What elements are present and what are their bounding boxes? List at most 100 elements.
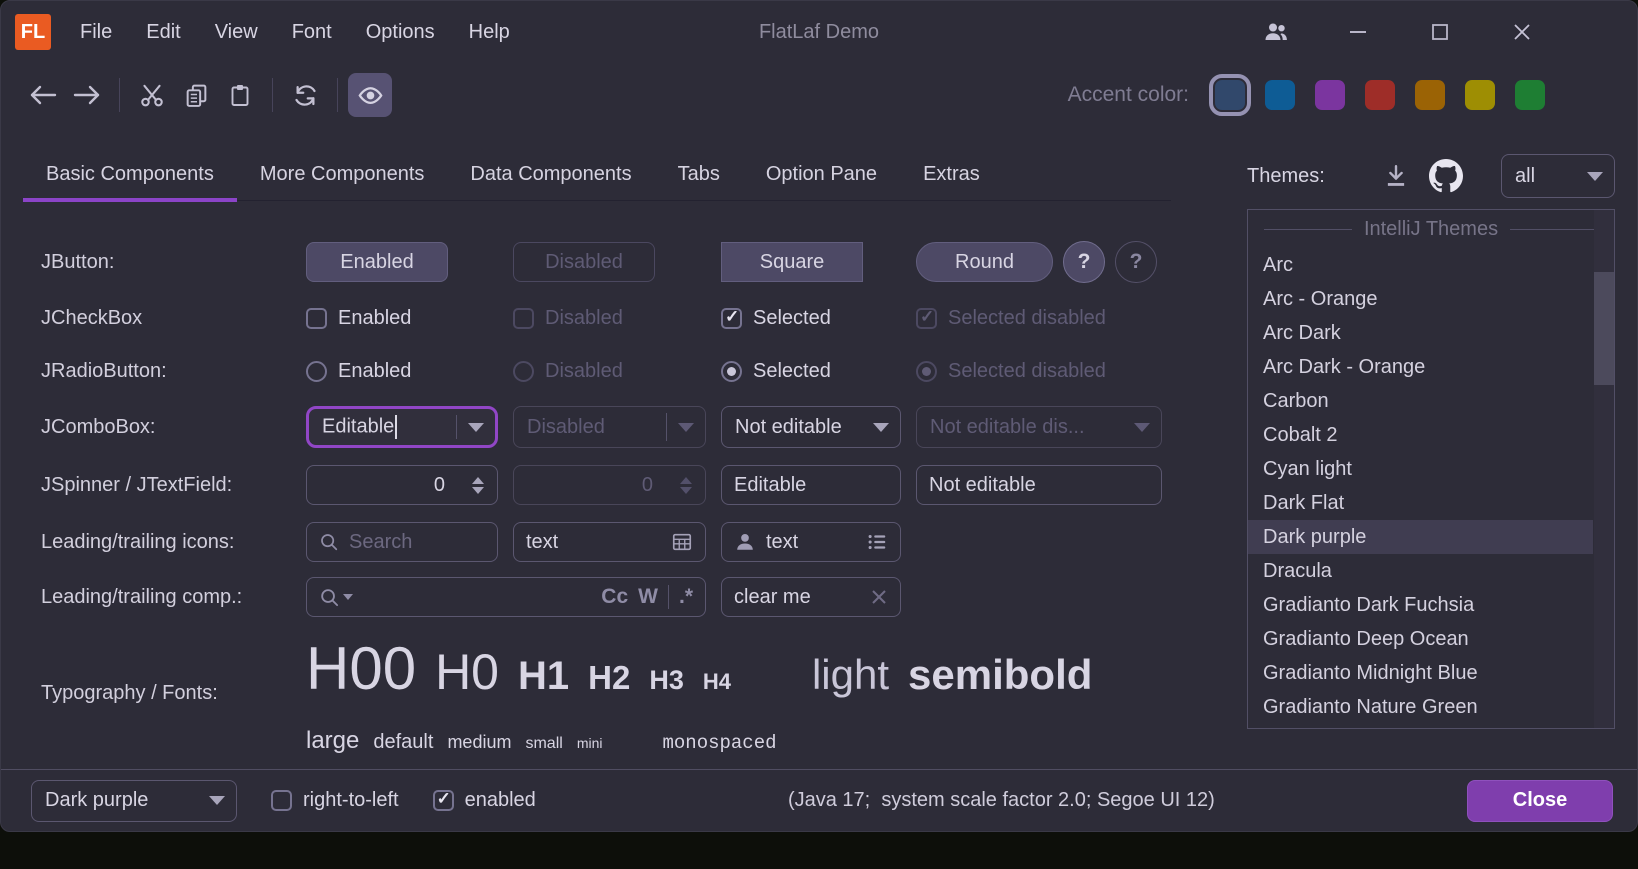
- search-dropdown-icon[interactable]: [319, 587, 353, 608]
- menu-edit[interactable]: Edit: [129, 11, 197, 54]
- list-icon[interactable]: [866, 531, 888, 553]
- theme-item[interactable]: Dracula: [1248, 554, 1593, 588]
- checkbox-selected[interactable]: Selected: [721, 307, 901, 330]
- combobox-not-editable[interactable]: Not editable: [721, 406, 901, 448]
- system-info: (Java 17; system scale factor 2.0; Segoe…: [788, 789, 1215, 812]
- download-icon[interactable]: [1383, 163, 1409, 189]
- checkbox-icon: [513, 308, 534, 329]
- text-input[interactable]: [526, 531, 661, 554]
- minimize-button[interactable]: [1343, 17, 1373, 47]
- cut-icon[interactable]: [130, 73, 174, 117]
- maximize-button[interactable]: [1425, 17, 1455, 47]
- text-field-user-list[interactable]: [721, 522, 901, 562]
- theme-item[interactable]: Dark Flat: [1248, 486, 1593, 520]
- tab-basic-components[interactable]: Basic Components: [23, 147, 237, 200]
- theme-item[interactable]: Carbon: [1248, 384, 1593, 418]
- search-with-options-field[interactable]: Cc W .*: [306, 577, 706, 617]
- theme-item[interactable]: Arc Dark - Orange: [1248, 350, 1593, 384]
- accent-swatch-orange[interactable]: [1415, 80, 1445, 110]
- menu-font[interactable]: Font: [275, 11, 349, 54]
- scrollbar-thumb[interactable]: [1594, 272, 1614, 385]
- theme-item[interactable]: Arc Dark: [1248, 316, 1593, 350]
- combobox-editable[interactable]: Editable: [306, 406, 498, 448]
- search-input[interactable]: [349, 531, 485, 554]
- copy-icon[interactable]: [174, 73, 218, 117]
- theme-item-selected[interactable]: Dark purple: [1248, 520, 1593, 554]
- tab-data-components[interactable]: Data Components: [447, 147, 654, 200]
- menu-view[interactable]: View: [198, 11, 275, 54]
- radio-selected-icon[interactable]: [721, 361, 742, 382]
- checkbox-icon[interactable]: [271, 790, 292, 811]
- tab-extras[interactable]: Extras: [900, 147, 1003, 200]
- enabled-button[interactable]: Enabled: [306, 242, 448, 282]
- menu-help[interactable]: Help: [452, 11, 527, 54]
- accent-swatch-green[interactable]: [1515, 80, 1545, 110]
- chevron-down-icon[interactable]: [457, 409, 495, 445]
- checkbox-checked-icon[interactable]: [433, 790, 454, 811]
- theme-item[interactable]: Gradianto Deep Ocean: [1248, 622, 1593, 656]
- menu-options[interactable]: Options: [349, 11, 452, 54]
- chevron-down-icon[interactable]: [862, 407, 900, 447]
- round-button[interactable]: Round: [916, 242, 1053, 282]
- spinner-arrows[interactable]: [459, 466, 497, 504]
- themes-filter-combobox[interactable]: all: [1501, 154, 1615, 198]
- theme-item[interactable]: Gradianto Midnight Blue: [1248, 656, 1593, 690]
- textfield-value: Editable: [734, 474, 806, 497]
- search-field[interactable]: [306, 522, 498, 562]
- accent-swatch-yellow[interactable]: [1465, 80, 1495, 110]
- search-input[interactable]: [363, 586, 591, 609]
- accent-swatch-purple[interactable]: [1315, 80, 1345, 110]
- accent-swatch-red[interactable]: [1365, 80, 1395, 110]
- table-icon[interactable]: [671, 531, 693, 553]
- enabled-checkbox[interactable]: enabled: [433, 789, 536, 812]
- close-button[interactable]: [1507, 17, 1537, 47]
- text-input[interactable]: [766, 531, 856, 554]
- help-button[interactable]: ?: [1063, 241, 1105, 283]
- clear-me-field[interactable]: clear me: [721, 577, 901, 617]
- spinner[interactable]: 0: [306, 465, 498, 505]
- clear-me-value[interactable]: clear me: [734, 586, 860, 609]
- radio-selected-disabled: Selected disabled: [916, 360, 1162, 383]
- theme-item[interactable]: Arc: [1248, 248, 1593, 282]
- paste-icon[interactable]: [218, 73, 262, 117]
- refresh-icon[interactable]: [283, 73, 327, 117]
- checkbox-checked-icon[interactable]: [721, 308, 742, 329]
- forward-icon[interactable]: [65, 73, 109, 117]
- checkbox-enabled[interactable]: Enabled: [306, 307, 498, 330]
- theme-item[interactable]: Gradianto Nature Green: [1248, 690, 1593, 724]
- show-hover-eye-icon[interactable]: [348, 73, 392, 117]
- regex-toggle[interactable]: .*: [679, 585, 693, 609]
- radio-selected[interactable]: Selected: [721, 360, 901, 383]
- radio-icon[interactable]: [306, 361, 327, 382]
- themes-label: Themes:: [1247, 165, 1325, 188]
- theme-item[interactable]: Cobalt 2: [1248, 418, 1593, 452]
- accent-swatch-default[interactable]: [1215, 80, 1245, 110]
- jcombobox-label: JComboBox:: [41, 416, 291, 439]
- text-field-trailing-table[interactable]: [513, 522, 706, 562]
- radio-disabled: Disabled: [513, 360, 706, 383]
- users-icon[interactable]: [1261, 17, 1291, 47]
- back-icon[interactable]: [21, 73, 65, 117]
- match-case-toggle[interactable]: Cc: [601, 585, 628, 609]
- chevron-down-icon[interactable]: [198, 781, 236, 821]
- rtl-checkbox[interactable]: right-to-left: [271, 789, 399, 812]
- tab-more-components[interactable]: More Components: [237, 147, 448, 200]
- square-button[interactable]: Square: [721, 242, 863, 282]
- github-icon[interactable]: [1429, 159, 1463, 193]
- close-dialog-button[interactable]: Close: [1467, 780, 1613, 822]
- theme-item[interactable]: Cyan light: [1248, 452, 1593, 486]
- theme-item[interactable]: Gradianto Dark Fuchsia: [1248, 588, 1593, 622]
- lookandfeel-value: Dark purple: [32, 789, 198, 812]
- textfield-editable[interactable]: Editable: [721, 465, 901, 505]
- radio-enabled[interactable]: Enabled: [306, 360, 498, 383]
- accent-swatch-blue[interactable]: [1265, 80, 1295, 110]
- clear-icon[interactable]: [870, 588, 888, 606]
- whole-word-toggle[interactable]: W: [638, 585, 658, 609]
- checkbox-icon[interactable]: [306, 308, 327, 329]
- tab-option-pane[interactable]: Option Pane: [743, 147, 900, 200]
- lookandfeel-combobox[interactable]: Dark purple: [31, 780, 237, 822]
- tab-tabs[interactable]: Tabs: [655, 147, 743, 200]
- menu-file[interactable]: File: [63, 11, 129, 54]
- spinner-value[interactable]: 0: [307, 466, 459, 504]
- theme-item[interactable]: Arc - Orange: [1248, 282, 1593, 316]
